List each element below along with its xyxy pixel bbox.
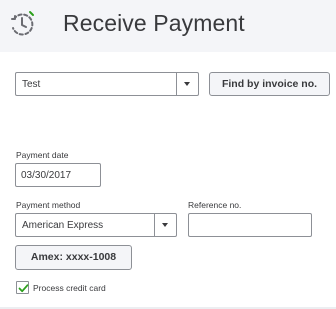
- chevron-down-icon: [162, 223, 168, 227]
- customer-select-value: Test: [22, 79, 41, 90]
- chevron-down-icon: [184, 82, 190, 86]
- card-on-file-button[interactable]: Amex: xxxx-1008: [15, 245, 132, 270]
- page-header: Receive Payment: [0, 0, 336, 52]
- payment-date-label: Payment date: [16, 150, 69, 160]
- receive-payment-icon: [8, 10, 36, 38]
- checkmark-icon: [18, 284, 29, 293]
- payment-date-value: 03/30/2017: [21, 170, 72, 181]
- payment-method-dropdown-toggle[interactable]: [154, 214, 176, 236]
- customer-dropdown-toggle[interactable]: [176, 73, 198, 95]
- reference-no-field[interactable]: [188, 213, 312, 237]
- payment-method-select[interactable]: American Express: [15, 213, 177, 237]
- process-credit-card-label: Process credit card: [33, 283, 106, 293]
- find-by-invoice-button[interactable]: Find by invoice no.: [209, 72, 330, 96]
- payment-method-label: Payment method: [16, 200, 81, 210]
- customer-select[interactable]: Test: [15, 72, 199, 96]
- process-credit-card-checkbox[interactable]: [16, 281, 29, 294]
- payment-method-value: American Express: [22, 220, 104, 231]
- reference-no-label: Reference no.: [188, 200, 242, 210]
- page-title: Receive Payment: [63, 10, 245, 36]
- payment-date-field[interactable]: 03/30/2017: [15, 163, 101, 187]
